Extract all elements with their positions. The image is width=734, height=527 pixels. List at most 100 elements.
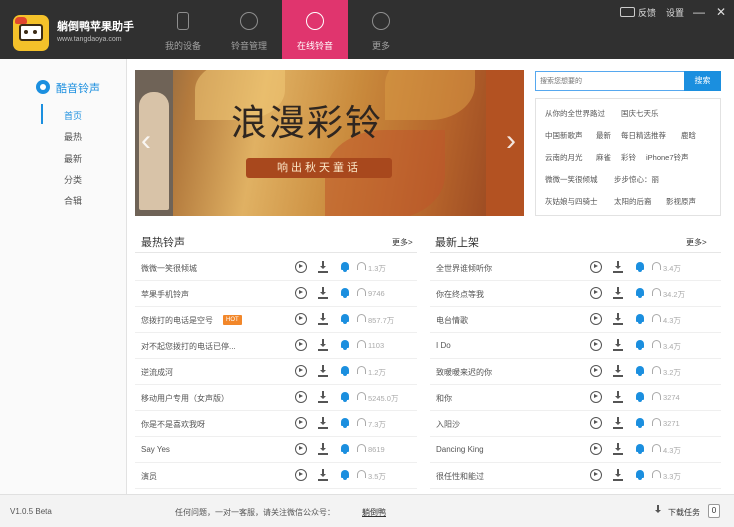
sidebar-item-hottest[interactable]: 最热 bbox=[64, 130, 82, 143]
list-item[interactable]: 入阳沙 3271 bbox=[430, 411, 721, 437]
play-icon[interactable] bbox=[590, 339, 602, 351]
list-item[interactable]: 移动用户专用（女声版） 5245.0万 bbox=[135, 385, 417, 411]
set-ringtone-bell-icon[interactable] bbox=[635, 287, 645, 298]
sidebar-item-newest[interactable]: 最新 bbox=[64, 152, 82, 165]
ringtone-name[interactable]: 入阳沙 bbox=[436, 419, 460, 430]
play-icon[interactable] bbox=[295, 313, 307, 325]
set-ringtone-bell-icon[interactable] bbox=[340, 313, 350, 324]
download-icon[interactable] bbox=[613, 365, 623, 377]
download-icon[interactable] bbox=[318, 365, 328, 377]
download-icon[interactable] bbox=[318, 391, 328, 403]
hot-word[interactable]: 麻雀 bbox=[596, 152, 611, 163]
download-icon[interactable] bbox=[653, 505, 663, 517]
play-icon[interactable] bbox=[590, 469, 602, 481]
set-ringtone-bell-icon[interactable] bbox=[340, 443, 350, 454]
ringtone-name[interactable]: I Do bbox=[436, 341, 451, 350]
ringtone-name[interactable]: Dancing King bbox=[436, 445, 484, 454]
play-icon[interactable] bbox=[295, 365, 307, 377]
ringtone-name[interactable]: 演员 bbox=[141, 471, 157, 482]
download-icon[interactable] bbox=[318, 339, 328, 351]
play-icon[interactable] bbox=[295, 287, 307, 299]
tab-my-device[interactable]: 我的设备 bbox=[150, 0, 216, 59]
ringtone-name[interactable]: 苹果手机铃声 bbox=[141, 289, 189, 300]
ringtone-name[interactable]: 电台情歌 bbox=[436, 315, 468, 326]
list-item[interactable]: 对不起您拨打的电话已停... 1103 bbox=[135, 333, 417, 359]
ringtone-name[interactable]: 移动用户专用（女声版） bbox=[141, 393, 229, 404]
play-icon[interactable] bbox=[590, 261, 602, 273]
ringtone-name[interactable]: 逆流成河 bbox=[141, 367, 173, 378]
promo-banner[interactable]: ‹ › 浪漫彩铃 响出秋天童话 bbox=[135, 70, 524, 216]
feedback-button[interactable]: 反馈 bbox=[638, 6, 656, 18]
set-ringtone-bell-icon[interactable] bbox=[635, 365, 645, 376]
set-ringtone-bell-icon[interactable] bbox=[635, 339, 645, 350]
search-input[interactable] bbox=[535, 71, 685, 91]
tab-more[interactable]: 更多 bbox=[348, 0, 414, 59]
sidebar-item-home[interactable]: 首页 bbox=[64, 109, 82, 122]
settings-button[interactable]: 设置 bbox=[666, 6, 684, 18]
hot-word[interactable]: 彩铃 bbox=[621, 152, 636, 163]
download-tasks-button[interactable]: 下载任务 bbox=[668, 507, 700, 518]
set-ringtone-bell-icon[interactable] bbox=[635, 391, 645, 402]
list-item[interactable]: I Do 3.4万 bbox=[430, 333, 721, 359]
set-ringtone-bell-icon[interactable] bbox=[340, 261, 350, 272]
set-ringtone-bell-icon[interactable] bbox=[340, 391, 350, 402]
ringtone-name[interactable]: 和你 bbox=[436, 393, 452, 404]
play-icon[interactable] bbox=[590, 287, 602, 299]
download-icon[interactable] bbox=[613, 417, 623, 429]
ringtone-name[interactable]: 很任性和能过 bbox=[436, 471, 484, 482]
download-icon[interactable] bbox=[613, 261, 623, 273]
download-icon[interactable] bbox=[613, 313, 623, 325]
hot-word[interactable]: 中国新歌声 bbox=[545, 130, 583, 141]
download-icon[interactable] bbox=[318, 287, 328, 299]
hot-word[interactable]: iPhone7铃声 bbox=[646, 152, 689, 163]
hot-word[interactable]: 步步惊心：丽 bbox=[614, 174, 659, 185]
play-icon[interactable] bbox=[295, 443, 307, 455]
list-item[interactable]: 苹果手机铃声 9746 bbox=[135, 281, 417, 307]
play-icon[interactable] bbox=[295, 391, 307, 403]
hot-word[interactable]: 微微一笑很倾城 bbox=[545, 174, 598, 185]
list-item[interactable]: 你在终点等我 34.2万 bbox=[430, 281, 721, 307]
chevron-right-icon[interactable]: › bbox=[506, 124, 516, 158]
hot-word[interactable]: 最新 bbox=[596, 130, 611, 141]
list-item[interactable]: Say Yes 8619 bbox=[135, 437, 417, 463]
tab-online-ringtone[interactable]: 在线铃音 bbox=[282, 0, 348, 59]
search-button[interactable]: 搜索 bbox=[684, 71, 721, 91]
set-ringtone-bell-icon[interactable] bbox=[340, 365, 350, 376]
set-ringtone-bell-icon[interactable] bbox=[340, 469, 350, 480]
play-icon[interactable] bbox=[295, 339, 307, 351]
ringtone-name[interactable]: 全世界谁倾听你 bbox=[436, 263, 492, 274]
set-ringtone-bell-icon[interactable] bbox=[340, 287, 350, 298]
minimize-button[interactable]: — bbox=[693, 5, 705, 19]
wechat-account-link[interactable]: 躺倒鸭 bbox=[362, 507, 386, 518]
play-icon[interactable] bbox=[590, 313, 602, 325]
play-icon[interactable] bbox=[295, 261, 307, 273]
list-item[interactable]: 全世界谁倾听你 3.4万 bbox=[430, 255, 721, 281]
ringtone-name[interactable]: 对不起您拨打的电话已停... bbox=[141, 341, 236, 352]
hot-list-more-link[interactable]: 更多> bbox=[392, 237, 413, 248]
list-item[interactable]: 电台情歌 4.3万 bbox=[430, 307, 721, 333]
list-item[interactable]: 演员 3.5万 bbox=[135, 463, 417, 489]
ringtone-name[interactable]: 您拨打的电话是空号 bbox=[141, 315, 213, 326]
download-icon[interactable] bbox=[318, 443, 328, 455]
set-ringtone-bell-icon[interactable] bbox=[635, 417, 645, 428]
new-list-more-link[interactable]: 更多> bbox=[686, 237, 707, 248]
list-item[interactable]: 致暖暖来迟的你 3.2万 bbox=[430, 359, 721, 385]
play-icon[interactable] bbox=[590, 417, 602, 429]
play-icon[interactable] bbox=[295, 417, 307, 429]
download-icon[interactable] bbox=[613, 469, 623, 481]
list-item[interactable]: 和你 3274 bbox=[430, 385, 721, 411]
ringtone-name[interactable]: 你在终点等我 bbox=[436, 289, 484, 300]
set-ringtone-bell-icon[interactable] bbox=[635, 313, 645, 324]
list-item[interactable]: 逆流成河 1.2万 bbox=[135, 359, 417, 385]
list-item[interactable]: 很任性和能过 3.3万 bbox=[430, 463, 721, 489]
ringtone-name[interactable]: 你是不是喜欢我呀 bbox=[141, 419, 205, 430]
hot-word[interactable]: 每日精选推荐 bbox=[621, 130, 666, 141]
chevron-left-icon[interactable]: ‹ bbox=[141, 124, 151, 158]
hot-word[interactable]: 影视原声 bbox=[666, 196, 696, 207]
feedback-icon[interactable] bbox=[620, 7, 635, 17]
hot-word[interactable]: 太阳的后裔 bbox=[614, 196, 652, 207]
play-icon[interactable] bbox=[590, 391, 602, 403]
list-item[interactable]: 你是不是喜欢我呀 7.3万 bbox=[135, 411, 417, 437]
sidebar-item-category[interactable]: 分类 bbox=[64, 173, 82, 186]
hot-word[interactable]: 灰姑娘与四骑士 bbox=[545, 196, 598, 207]
